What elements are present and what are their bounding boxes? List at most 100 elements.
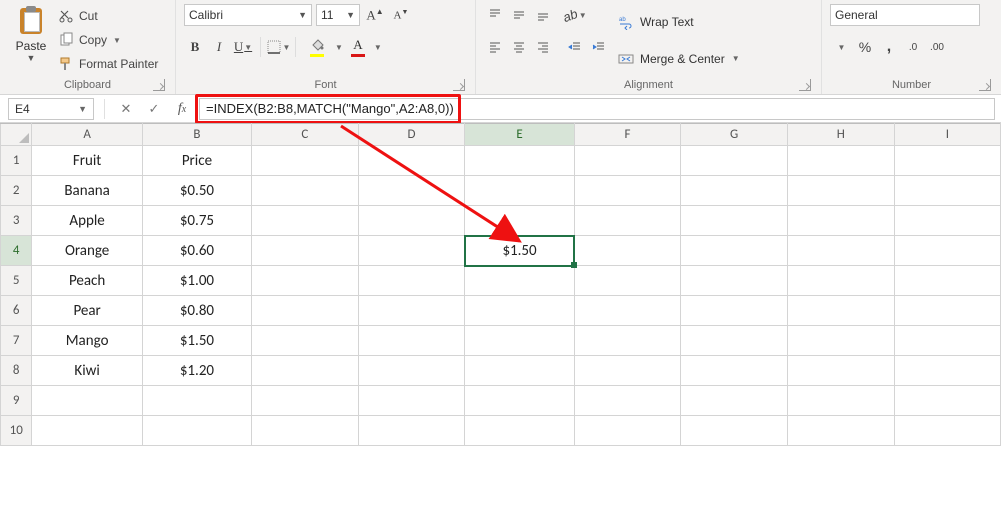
cell-D8[interactable] [358,356,465,386]
chevron-down-icon[interactable]: ▼ [335,43,343,52]
decrease-font-button[interactable]: A▼ [390,4,412,26]
align-bottom-button[interactable] [532,4,554,26]
cell-F1[interactable] [574,146,681,176]
column-header[interactable]: C [252,124,359,146]
increase-indent-button[interactable] [588,36,610,58]
cell-F4[interactable] [574,236,681,266]
cell-G10[interactable] [681,416,788,446]
cell-A3[interactable]: Apple [32,206,142,236]
cell-I6[interactable] [894,296,1000,326]
font-color-button[interactable]: A [345,36,371,58]
cell-A4[interactable]: Orange [32,236,142,266]
chevron-down-icon[interactable]: ▼ [78,104,87,114]
cell-F6[interactable] [574,296,681,326]
formula-input[interactable]: =INDEX(B2:B8,MATCH("Mango",A2:A8,0)) [199,98,995,120]
percent-button[interactable]: % [854,36,876,58]
cell-C4[interactable] [252,236,359,266]
cell-D1[interactable] [358,146,465,176]
dialog-launcher-icon[interactable] [453,79,465,91]
increase-font-button[interactable]: A▲ [364,4,386,26]
chevron-down-icon[interactable]: ▼ [374,43,382,52]
increase-decimal-button[interactable]: .0 [902,36,924,58]
cell-B4[interactable]: $0.60 [142,236,251,266]
cell-G9[interactable] [681,386,788,416]
cell-B7[interactable]: $1.50 [142,326,251,356]
chevron-down-icon[interactable]: ▼ [244,43,252,52]
cell-B8[interactable]: $1.20 [142,356,251,386]
cell-D6[interactable] [358,296,465,326]
chevron-down-icon[interactable]: ▼ [340,10,355,20]
cell-H9[interactable] [787,386,894,416]
cell-A5[interactable]: Peach [32,266,142,296]
row-header[interactable]: 3 [1,206,32,236]
cell-I4[interactable] [894,236,1000,266]
chevron-down-icon[interactable]: ▼ [283,43,291,52]
cell-H1[interactable] [787,146,894,176]
cell-G8[interactable] [681,356,788,386]
align-right-button[interactable] [532,36,554,58]
cell-C5[interactable] [252,266,359,296]
align-center-button[interactable] [508,36,530,58]
cell-A8[interactable]: Kiwi [32,356,142,386]
column-header[interactable]: A [32,124,142,146]
cell-A1[interactable]: Fruit [32,146,142,176]
cell-B10[interactable] [142,416,251,446]
row-header[interactable]: 1 [1,146,32,176]
cell-D2[interactable] [358,176,465,206]
cell-E5[interactable] [465,266,574,296]
cell-F10[interactable] [574,416,681,446]
cell-D10[interactable] [358,416,465,446]
font-name-combo[interactable]: Calibri ▼ [184,4,312,26]
cell-D5[interactable] [358,266,465,296]
cell-D3[interactable] [358,206,465,236]
orientation-button[interactable]: ab▼ [564,4,586,26]
cell-E6[interactable] [465,296,574,326]
align-middle-button[interactable] [508,4,530,26]
cell-G3[interactable] [681,206,788,236]
cell-C10[interactable] [252,416,359,446]
column-header[interactable]: F [574,124,681,146]
cell-F8[interactable] [574,356,681,386]
cell-I10[interactable] [894,416,1000,446]
cell-G5[interactable] [681,266,788,296]
copy-button[interactable]: Copy ▼ [58,30,158,50]
decrease-indent-button[interactable] [564,36,586,58]
name-box[interactable]: E4 ▼ [8,98,94,120]
chevron-down-icon[interactable]: ▼ [113,36,121,45]
column-header[interactable]: G [681,124,788,146]
dialog-launcher-icon[interactable] [153,79,165,91]
cut-button[interactable]: Cut [58,6,158,26]
cell-C6[interactable] [252,296,359,326]
merge-center-button[interactable]: Merge & Center ▼ [618,48,740,70]
chevron-down-icon[interactable]: ▼ [27,53,36,63]
cell-G6[interactable] [681,296,788,326]
paste-button[interactable]: Paste ▼ [8,4,54,77]
cell-C3[interactable] [252,206,359,236]
cell-A7[interactable]: Mango [32,326,142,356]
row-header[interactable]: 10 [1,416,32,446]
cell-E2[interactable] [465,176,574,206]
cell-E9[interactable] [465,386,574,416]
row-header[interactable]: 5 [1,266,32,296]
row-header[interactable]: 4 [1,236,32,266]
decrease-decimal-button[interactable]: .00 [926,36,948,58]
dialog-launcher-icon[interactable] [979,79,991,91]
cancel-formula-button[interactable]: ✕ [115,98,137,120]
cell-H3[interactable] [787,206,894,236]
column-header[interactable]: H [787,124,894,146]
bold-button[interactable]: B [184,36,206,58]
wrap-text-button[interactable]: ab Wrap Text [618,11,740,33]
cell-I2[interactable] [894,176,1000,206]
font-size-combo[interactable]: 11 ▼ [316,4,360,26]
cell-I5[interactable] [894,266,1000,296]
cell-B3[interactable]: $0.75 [142,206,251,236]
column-header[interactable]: I [894,124,1000,146]
cell-I8[interactable] [894,356,1000,386]
column-header[interactable]: D [358,124,465,146]
cell-E1[interactable] [465,146,574,176]
row-header[interactable]: 6 [1,296,32,326]
italic-button[interactable]: I [208,36,230,58]
cell-B6[interactable]: $0.80 [142,296,251,326]
cell-A6[interactable]: Pear [32,296,142,326]
cell-D9[interactable] [358,386,465,416]
